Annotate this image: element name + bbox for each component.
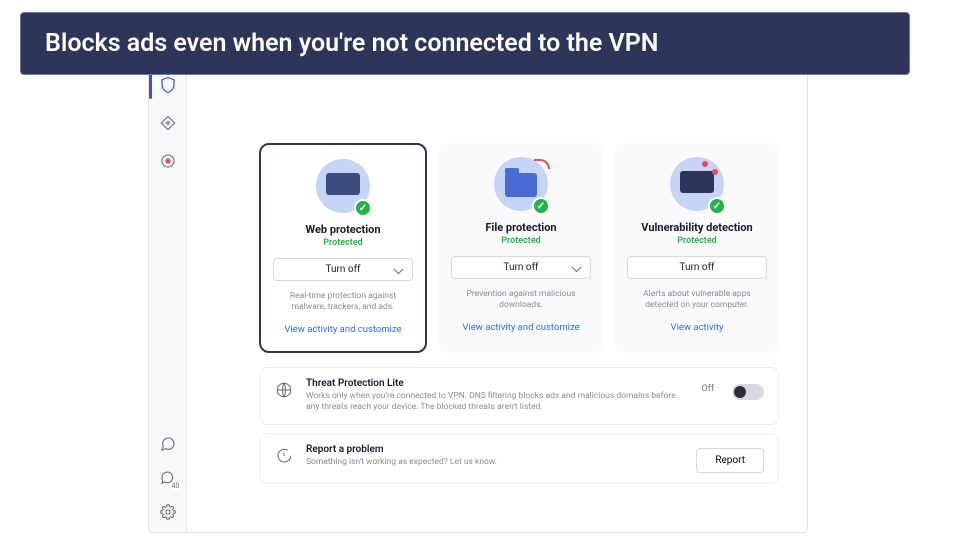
row-title: Report a problem [306,444,684,455]
check-icon: ✓ [354,199,372,217]
settings-rows: Threat Protection Lite Works only when y… [259,367,779,484]
check-icon: ✓ [532,197,550,215]
sidebar-item-chat[interactable] [158,434,178,454]
app-window: 40 Threat Protection ✓ Web protection Pr… [148,68,808,533]
row-report-problem: Report a problem Something isn't working… [259,433,779,484]
row-description: Works only when you're connected to VPN.… [306,391,690,414]
card-description: Alerts about vulnerable apps detected on… [627,289,767,312]
row-threat-protection-lite: Threat Protection Lite Works only when y… [259,367,779,425]
card-file-protection[interactable]: ✓ File protection Protected Turn off Pre… [439,143,603,353]
card-description: Prevention against malicious downloads. [451,289,591,312]
card-status: Protected [451,236,591,246]
turn-off-button[interactable]: Turn off [273,258,413,281]
annotation-banner: Blocks ads even when you're not connecte… [20,12,910,75]
turn-off-button[interactable]: Turn off [451,256,591,279]
web-protection-icon: ✓ [310,159,376,215]
turn-off-button[interactable]: Turn off [627,256,767,279]
card-title: Web protection [273,223,413,236]
lite-toggle[interactable] [732,384,764,400]
toggle-label: Off [702,384,714,394]
card-description: Real-time protection against malware, tr… [273,291,413,314]
card-web-protection[interactable]: ✓ Web protection Protected Turn off Real… [259,143,427,353]
check-icon: ✓ [708,197,726,215]
sidebar-item-meshnet[interactable] [158,113,178,133]
card-status: Protected [273,238,413,248]
main-content: Threat Protection ✓ Web protection Prote… [187,69,807,532]
sidebar-item-radar[interactable] [158,151,178,171]
sidebar-item-settings[interactable] [158,502,178,522]
view-activity-link[interactable]: View activity and customize [451,322,591,333]
view-activity-link[interactable]: View activity and customize [273,324,413,335]
feature-cards: ✓ Web protection Protected Turn off Real… [259,143,779,353]
sidebar: 40 [149,69,187,532]
report-icon [274,446,294,466]
card-title: File protection [451,221,591,234]
report-button[interactable]: Report [696,448,764,473]
file-protection-icon: ✓ [488,157,554,213]
card-vulnerability-detection[interactable]: ✓ Vulnerability detection Protected Turn… [615,143,779,353]
row-description: Something isn't working as expected? Let… [306,457,684,468]
sidebar-item-shield[interactable] [158,75,178,95]
row-title: Threat Protection Lite [306,378,690,389]
messages-badge: 40 [170,482,182,490]
view-activity-link[interactable]: View activity [627,322,767,333]
globe-shield-icon [274,380,294,400]
card-title: Vulnerability detection [627,221,767,234]
vulnerability-icon: ✓ [664,157,730,213]
sidebar-item-messages[interactable]: 40 [158,468,178,488]
card-status: Protected [627,236,767,246]
